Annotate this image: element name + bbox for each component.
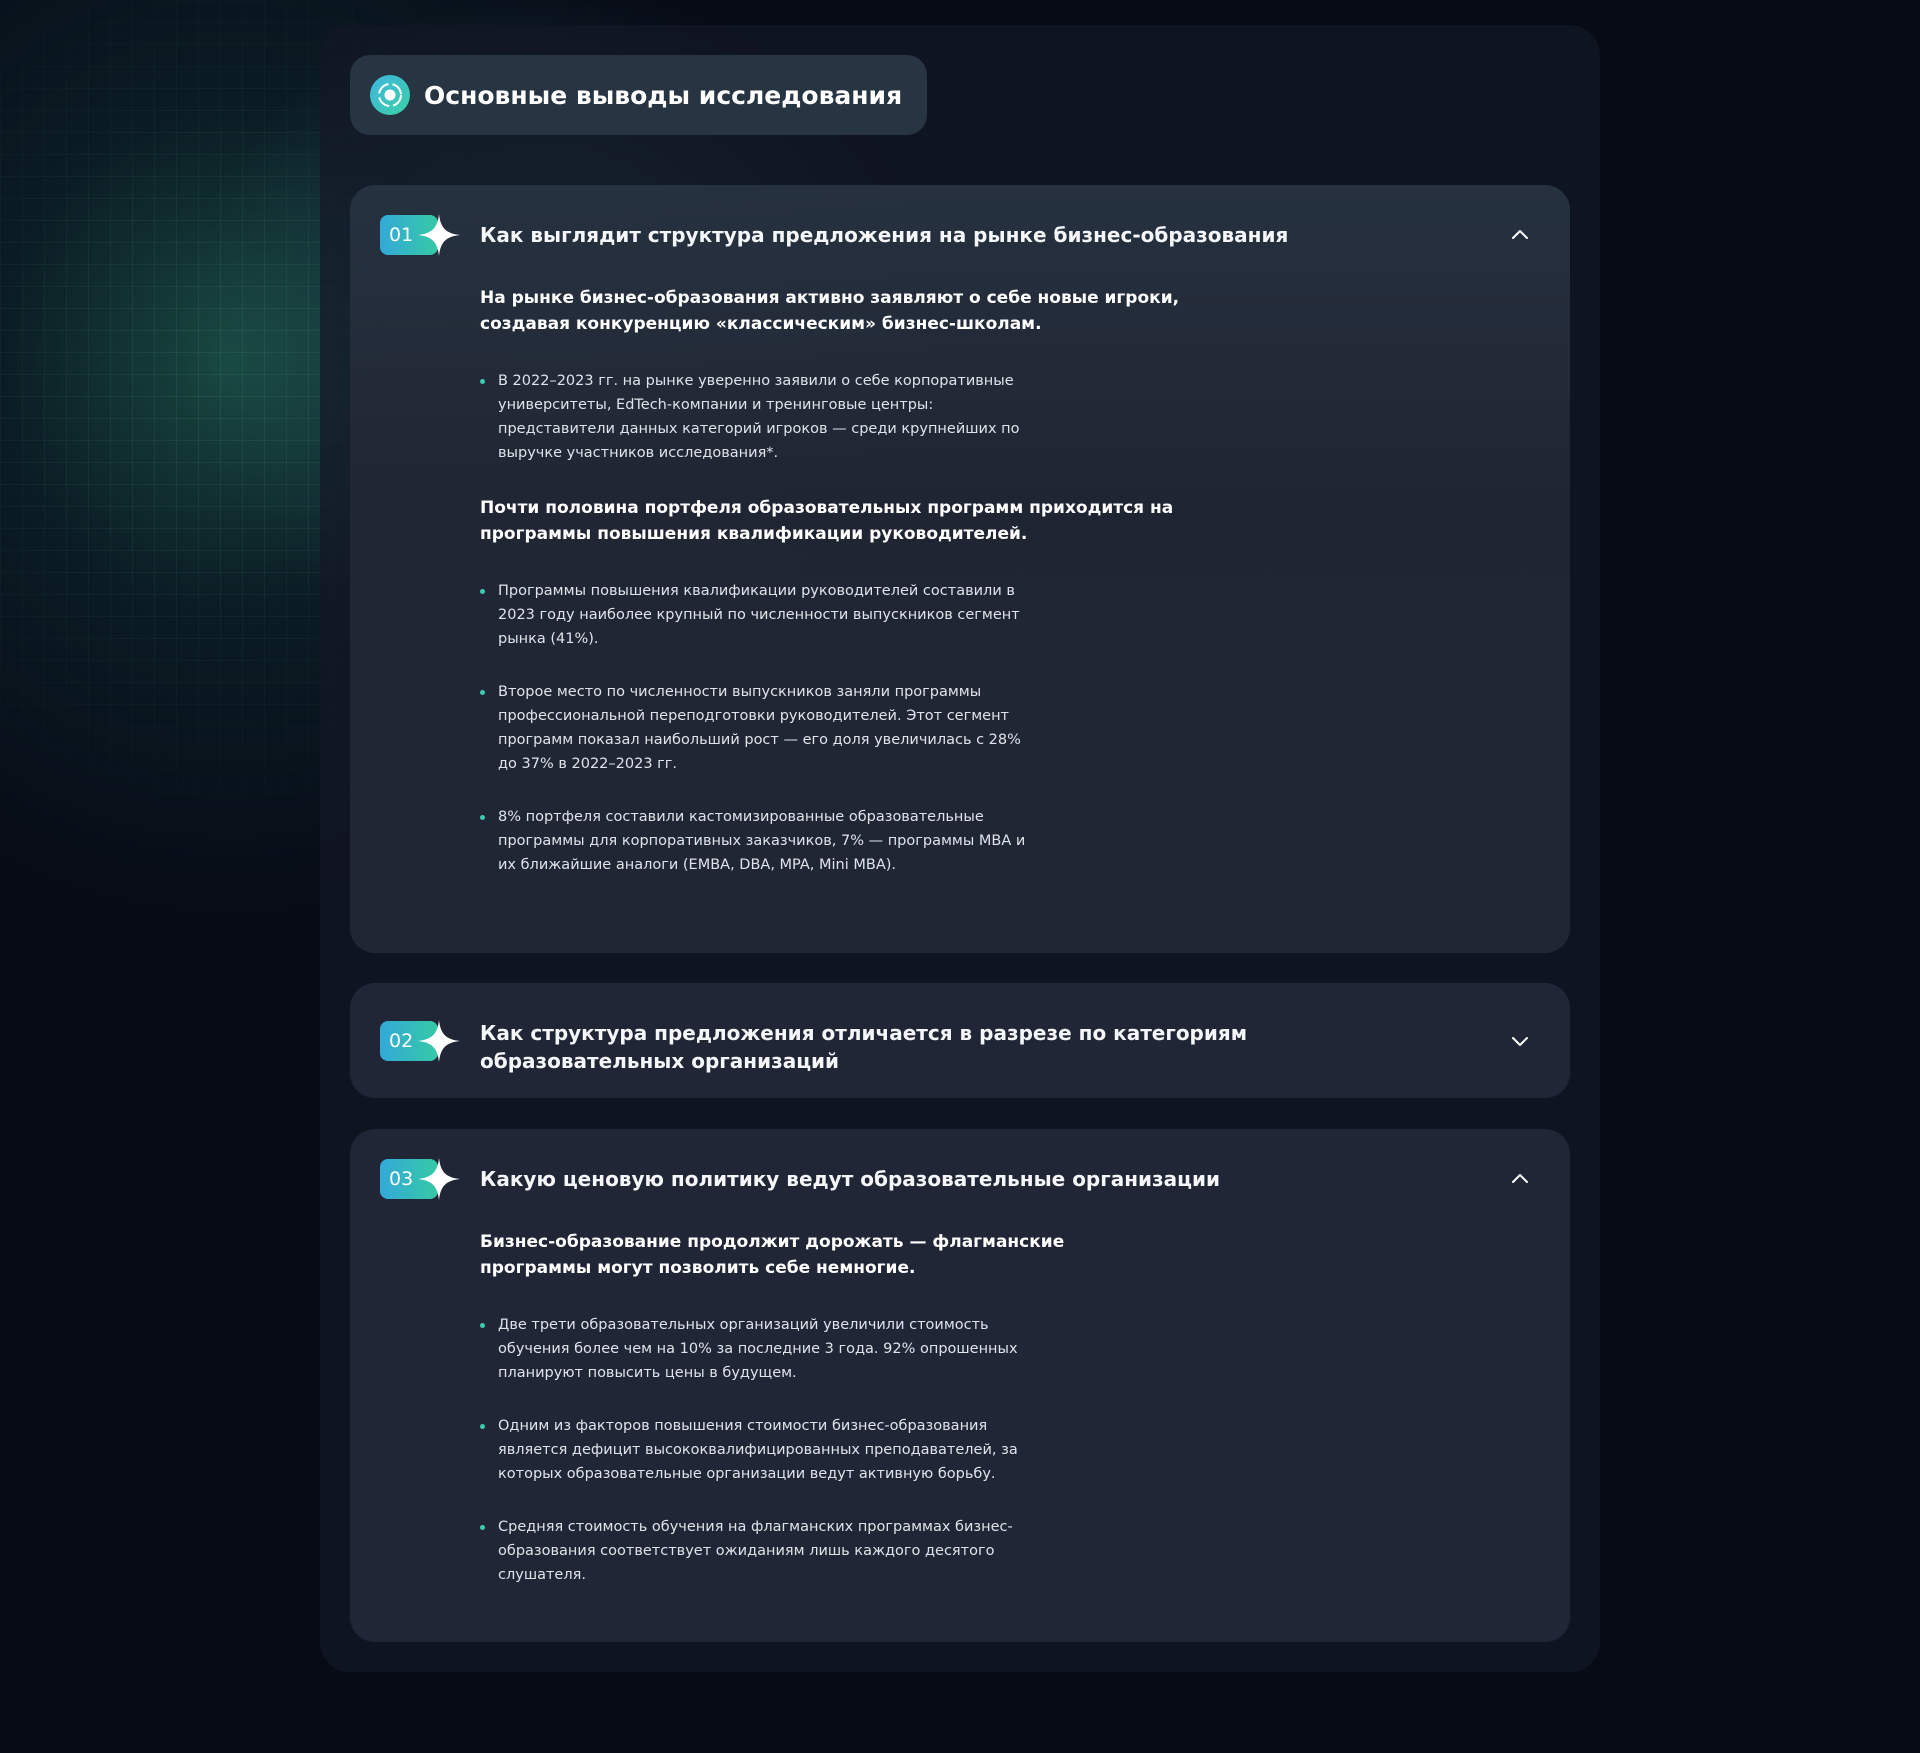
chevron-up-icon[interactable] xyxy=(1508,1167,1532,1191)
number-badge: 03 xyxy=(380,1158,460,1200)
chevron-down-icon[interactable] xyxy=(1508,1029,1532,1053)
sparkle-icon xyxy=(418,1020,460,1062)
lead-text: Почти половина портфеля образовательных … xyxy=(480,498,1174,544)
list-item: Средняя стоимость обучения на флагмански… xyxy=(480,1515,1028,1587)
bullet-list: Две трети образовательных организаций ув… xyxy=(480,1313,1240,1587)
list-item: Второе место по численности выпускников … xyxy=(480,680,1028,776)
number-badge: 01 xyxy=(380,214,460,256)
sparkle-icon xyxy=(418,1158,460,1200)
list-item: В 2022–2023 гг. на рынке уверенно заявил… xyxy=(480,369,1028,465)
accordion-body-03: Бизнес-образование продолжит дорожать — … xyxy=(480,1229,1240,1617)
lead-text: Бизнес-образование продолжит дорожать — … xyxy=(480,1232,1065,1278)
list-item: Программы повышения квалификации руковод… xyxy=(480,579,1028,651)
accordion-title: Какую ценовую политику ведут образовател… xyxy=(480,1167,1220,1191)
section-header: Основные выводы исследования xyxy=(350,55,928,135)
list-item: 8% портфеля составили кастомизированные … xyxy=(480,805,1028,877)
list-item: Две трети образовательных организаций ув… xyxy=(480,1313,1028,1385)
accordion-header-02[interactable]: 02 Как структура предложения отличается … xyxy=(380,1013,1540,1075)
target-ring-icon xyxy=(370,75,410,115)
accordion-header-01[interactable]: 01 Как выглядит структура предложения на… xyxy=(380,214,1540,256)
chevron-up-icon[interactable] xyxy=(1508,223,1532,247)
accordion-header-03[interactable]: 03 Какую ценовую политику ведут образова… xyxy=(380,1158,1540,1200)
accordion-title: Как структура предложения отличается в р… xyxy=(480,1021,1248,1073)
findings-panel: Основные выводы исследования 01 Как выгл… xyxy=(320,25,1600,1672)
sparkle-icon xyxy=(418,214,460,256)
accordion-body-01: На рынке бизнес-образования активно заяв… xyxy=(480,285,1240,907)
accordion-item-03: 03 Какую ценовую политику ведут образова… xyxy=(350,1129,1570,1642)
accordion-item-02: 02 Как структура предложения отличается … xyxy=(350,983,1570,1098)
bullet-list: В 2022–2023 гг. на рынке уверенно заявил… xyxy=(480,369,1240,465)
list-item: Одним из факторов повышения стоимости би… xyxy=(480,1414,1028,1486)
accordion-item-01: 01 Как выглядит структура предложения на… xyxy=(350,185,1570,953)
number-badge: 02 xyxy=(380,1020,460,1062)
accordion-title: Как выглядит структура предложения на ры… xyxy=(480,223,1289,247)
bullet-list: Программы повышения квалификации руковод… xyxy=(480,579,1240,877)
lead-text: На рынке бизнес-образования активно заяв… xyxy=(480,288,1180,334)
page-title: Основные выводы исследования xyxy=(424,80,903,110)
